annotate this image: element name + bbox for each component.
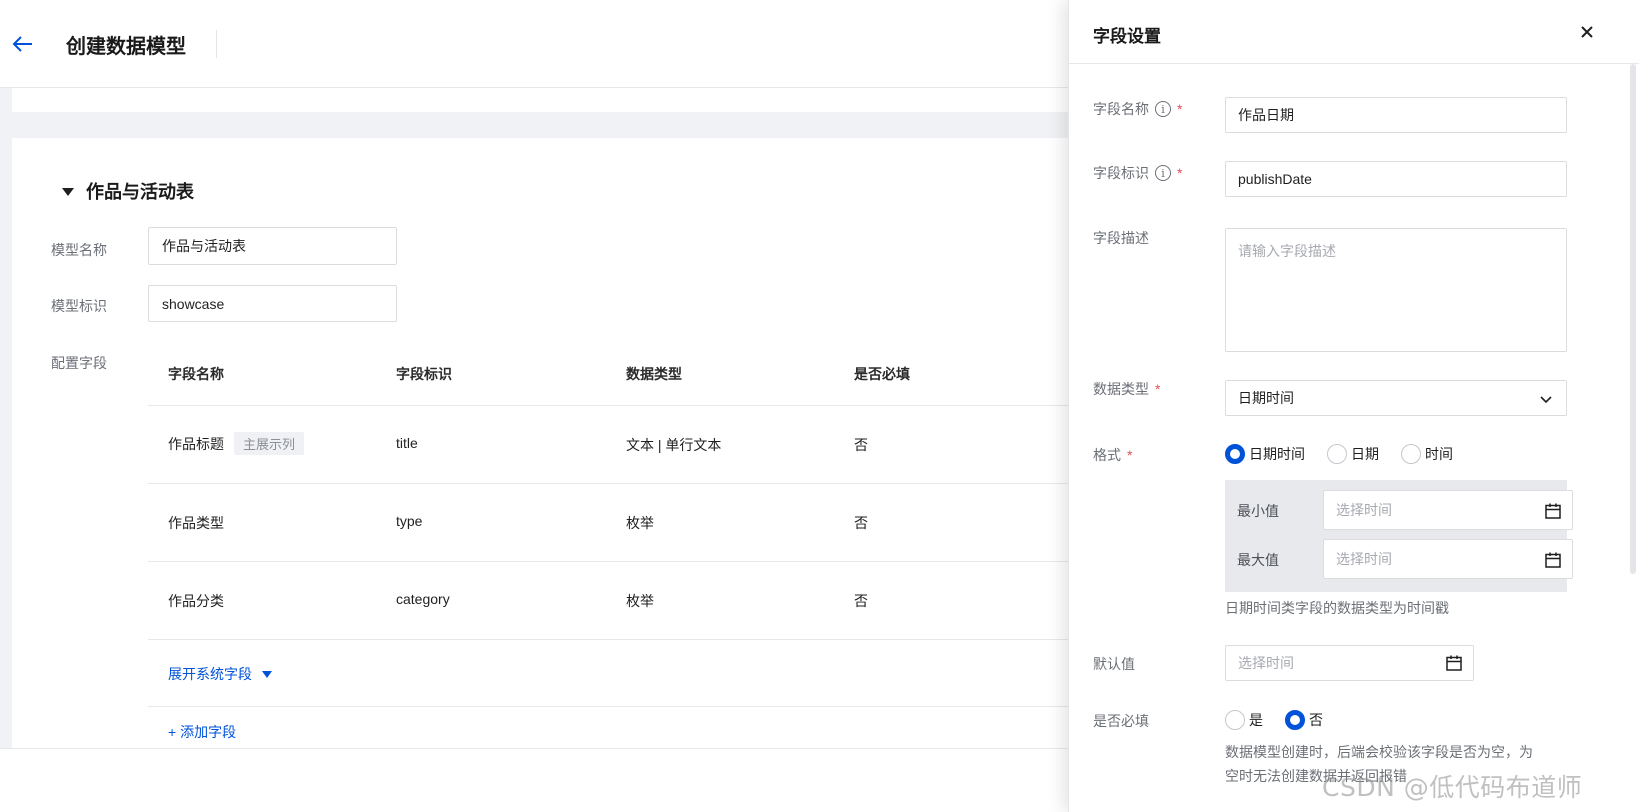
default-value-label: 默认值 bbox=[1093, 656, 1135, 672]
fields-label: 配置字段 bbox=[51, 355, 107, 371]
required-option-yes[interactable]: 是 bbox=[1225, 710, 1263, 730]
field-name: 作品分类 bbox=[168, 593, 224, 609]
max-time-placeholder: 选择时间 bbox=[1336, 551, 1392, 567]
required-mark: * bbox=[1177, 165, 1183, 181]
model-id-label: 模型标识 bbox=[51, 298, 107, 314]
table-row[interactable]: 作品分类 category 枚举 否 bbox=[148, 562, 1070, 640]
drawer-scrollbar[interactable] bbox=[1630, 64, 1636, 574]
field-settings-drawer: 字段设置 字段名称 i * 作品日期 字段标识 i * publishDate … bbox=[1068, 0, 1639, 812]
field-required: 否 bbox=[854, 437, 868, 453]
column-header-required: 是否必填 bbox=[854, 366, 910, 382]
watermark: CSDN @低代码布道师 bbox=[1322, 773, 1583, 802]
field-name: 作品标题 bbox=[168, 436, 224, 452]
radio-icon bbox=[1225, 710, 1245, 730]
model-name-label: 模型名称 bbox=[51, 242, 107, 258]
format-option-time[interactable]: 时间 bbox=[1401, 444, 1453, 464]
default-time-picker[interactable]: 选择时间 bbox=[1225, 645, 1474, 681]
page-title: 创建数据模型 bbox=[66, 36, 186, 58]
required-mark: * bbox=[1177, 101, 1183, 117]
field-required: 否 bbox=[854, 515, 868, 531]
fields-table-header: 字段名称 字段标识 数据类型 是否必填 bbox=[148, 348, 1070, 406]
model-id-input[interactable]: showcase bbox=[148, 285, 397, 322]
info-icon[interactable]: i bbox=[1155, 101, 1171, 117]
field-desc-textarea[interactable]: 请输入字段描述 bbox=[1225, 228, 1567, 352]
table-row[interactable]: 作品类型 type 枚举 否 bbox=[148, 484, 1070, 562]
max-time-picker[interactable]: 选择时间 bbox=[1323, 539, 1573, 579]
column-header-id: 字段标识 bbox=[396, 366, 452, 382]
min-label: 最小值 bbox=[1237, 503, 1279, 519]
column-header-type: 数据类型 bbox=[626, 366, 682, 382]
chevron-down-icon bbox=[1540, 396, 1552, 404]
close-icon[interactable] bbox=[1577, 22, 1597, 42]
divider bbox=[148, 706, 1070, 707]
caret-down-icon bbox=[62, 188, 74, 196]
field-type: 枚举 bbox=[626, 593, 654, 609]
required-mark: * bbox=[1155, 381, 1161, 397]
field-id: category bbox=[396, 591, 450, 607]
field-type: 文本 | 单行文本 bbox=[626, 437, 722, 453]
min-time-picker[interactable]: 选择时间 bbox=[1323, 490, 1573, 530]
datetime-hint: 日期时间类字段的数据类型为时间戳 bbox=[1225, 600, 1449, 616]
format-option-date[interactable]: 日期 bbox=[1327, 444, 1379, 464]
format-option-label: 时间 bbox=[1425, 446, 1453, 462]
required-option-label: 否 bbox=[1309, 712, 1323, 728]
expand-system-fields-label: 展开系统字段 bbox=[168, 666, 252, 682]
section-title: 作品与活动表 bbox=[86, 182, 194, 202]
field-id: type bbox=[396, 513, 423, 529]
format-option-datetime[interactable]: 日期时间 bbox=[1225, 444, 1305, 464]
format-label: 格式 bbox=[1093, 447, 1121, 463]
data-type-select[interactable]: 日期时间 bbox=[1225, 380, 1567, 416]
field-id-input[interactable]: publishDate bbox=[1225, 161, 1567, 197]
title-divider bbox=[216, 30, 217, 58]
required-option-label: 是 bbox=[1249, 712, 1263, 728]
table-row[interactable]: 作品标题 主展示列 title 文本 | 单行文本 否 bbox=[148, 406, 1070, 484]
arrow-left-icon[interactable] bbox=[8, 30, 36, 58]
page-footer bbox=[0, 748, 1075, 812]
required-mark: * bbox=[1127, 447, 1133, 463]
field-type: 枚举 bbox=[626, 515, 654, 531]
field-name: 作品类型 bbox=[168, 515, 224, 531]
field-name-label: 字段名称 bbox=[1093, 101, 1149, 117]
data-type-value: 日期时间 bbox=[1238, 390, 1294, 406]
format-option-label: 日期 bbox=[1351, 446, 1379, 462]
field-required: 否 bbox=[854, 593, 868, 609]
data-type-label: 数据类型 bbox=[1093, 381, 1149, 397]
required-label: 是否必填 bbox=[1093, 713, 1149, 729]
default-time-placeholder: 选择时间 bbox=[1238, 655, 1294, 671]
field-desc-label: 字段描述 bbox=[1093, 230, 1149, 246]
drawer-header: 字段设置 bbox=[1069, 0, 1639, 64]
model-name-input[interactable]: 作品与活动表 bbox=[148, 227, 397, 265]
radio-checked-icon bbox=[1285, 710, 1305, 730]
required-option-no[interactable]: 否 bbox=[1285, 710, 1323, 730]
column-header-name: 字段名称 bbox=[168, 366, 224, 382]
field-id-label: 字段标识 bbox=[1093, 165, 1149, 181]
format-option-label: 日期时间 bbox=[1249, 446, 1305, 462]
calendar-icon bbox=[1545, 552, 1561, 568]
required-hint-line1: 数据模型创建时，后端会校验该字段是否为空，为 bbox=[1225, 744, 1533, 760]
calendar-icon bbox=[1446, 655, 1462, 671]
range-panel: 最小值 选择时间 最大值 选择时间 bbox=[1225, 480, 1573, 592]
section-toggle[interactable]: 作品与活动表 bbox=[62, 178, 194, 204]
min-time-placeholder: 选择时间 bbox=[1336, 502, 1392, 518]
calendar-icon bbox=[1545, 503, 1561, 519]
add-field-link[interactable]: + 添加字段 bbox=[168, 722, 236, 742]
primary-column-badge: 主展示列 bbox=[234, 432, 305, 455]
caret-down-icon bbox=[262, 670, 272, 678]
radio-checked-icon bbox=[1225, 444, 1245, 464]
max-label: 最大值 bbox=[1237, 552, 1279, 568]
radio-icon bbox=[1401, 444, 1421, 464]
radio-icon bbox=[1327, 444, 1347, 464]
expand-system-fields-link[interactable]: 展开系统字段 bbox=[168, 664, 272, 684]
format-radio-group: 日期时间 日期 时间 bbox=[1225, 444, 1475, 464]
field-id: title bbox=[396, 435, 418, 451]
required-radio-group: 是 否 bbox=[1225, 710, 1345, 730]
drawer-title: 字段设置 bbox=[1093, 27, 1161, 46]
info-icon[interactable]: i bbox=[1155, 165, 1171, 181]
field-name-input[interactable]: 作品日期 bbox=[1225, 97, 1567, 133]
